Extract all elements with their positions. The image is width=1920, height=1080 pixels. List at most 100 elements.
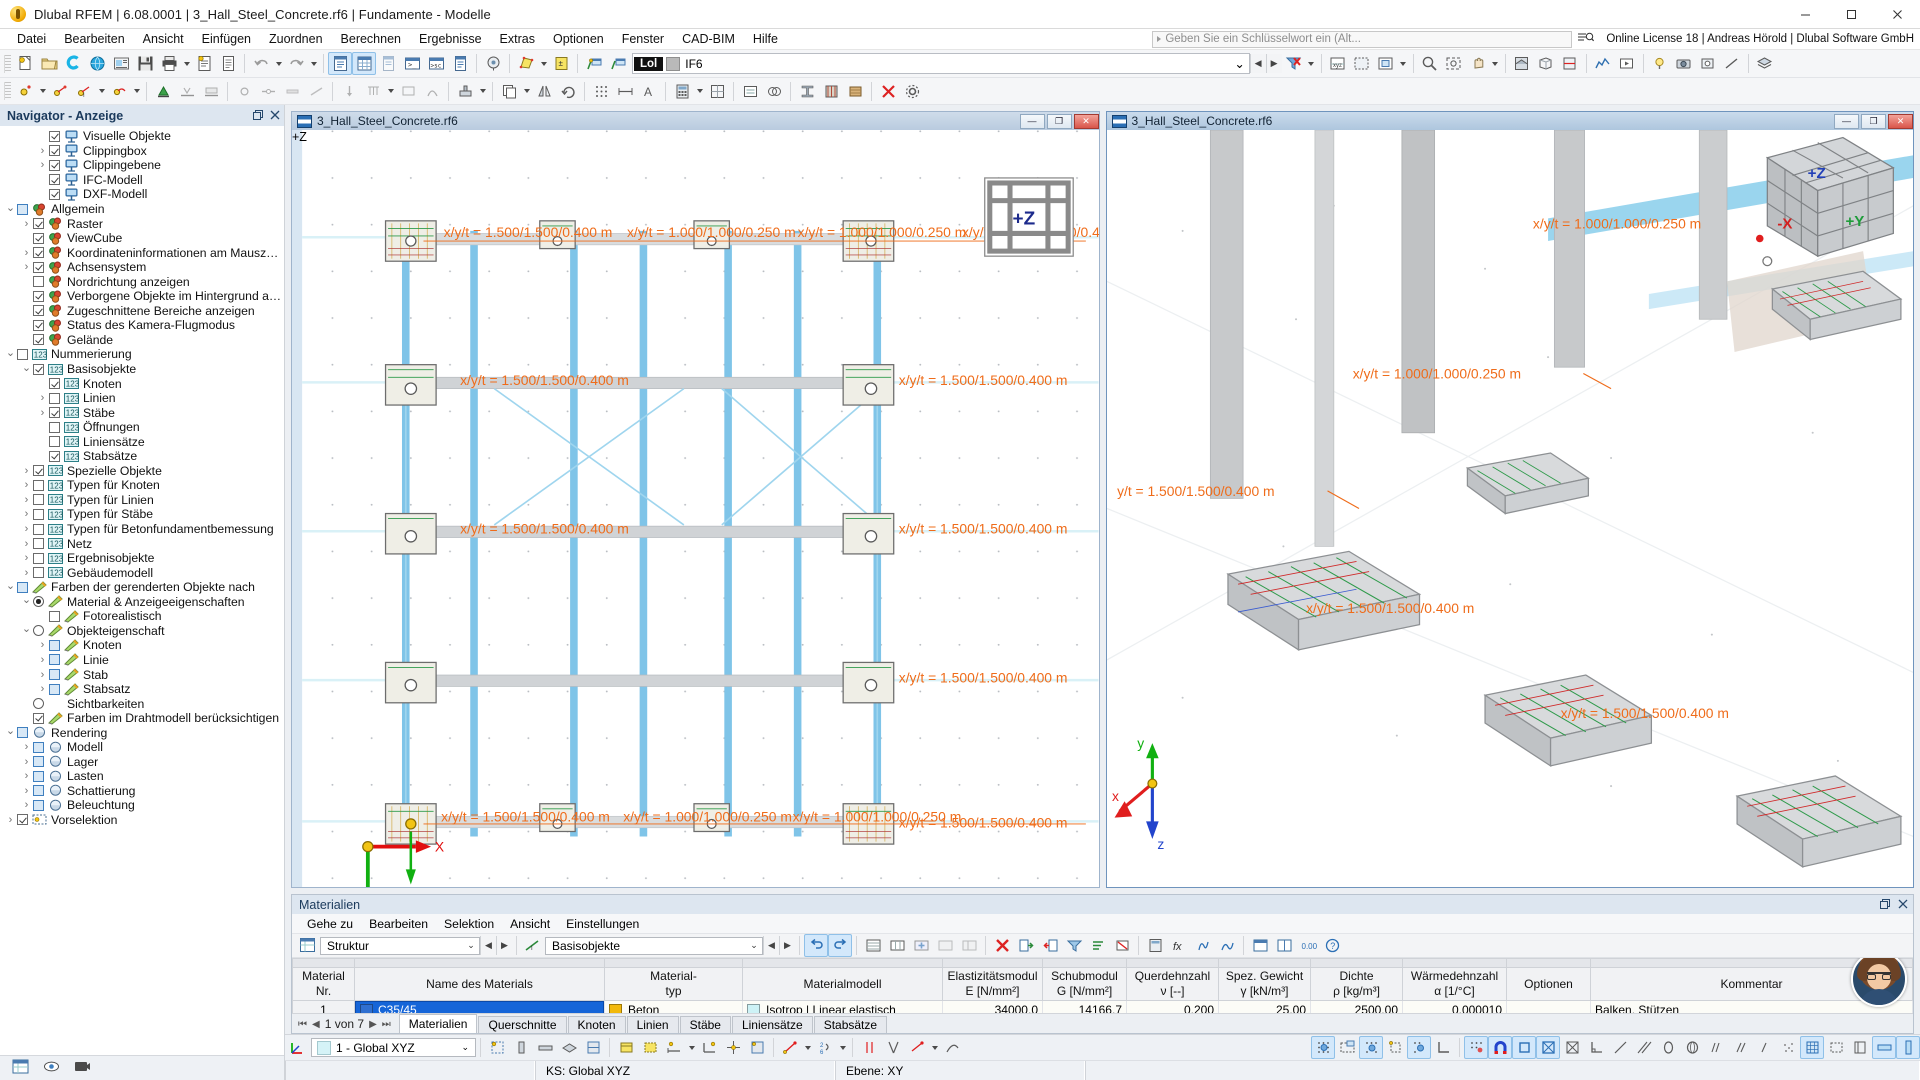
new-node-icon[interactable] xyxy=(13,80,37,103)
checkbox[interactable] xyxy=(33,508,44,520)
expander-icon[interactable] xyxy=(20,770,33,782)
checkbox[interactable] xyxy=(33,290,44,302)
globe-view-icon[interactable] xyxy=(481,52,505,75)
tab-liniensaetze[interactable]: Liniensätze xyxy=(731,1016,813,1033)
viewport-3d-canvas[interactable]: x/y/t = 1.000/1.000/0.250 m x/y/t = 1.00… xyxy=(1106,130,1913,887)
render-mode-icon[interactable] xyxy=(1510,52,1534,75)
toolbar-grip[interactable] xyxy=(4,54,11,73)
navigator-item-31[interactable]: Farben der gerenderten Objekte nach xyxy=(0,580,284,595)
expander-icon[interactable] xyxy=(36,669,49,681)
menu-hilfe[interactable]: Hilfe xyxy=(744,30,787,48)
navigator-item-16[interactable]: 123 Basisobjekte xyxy=(0,362,284,377)
menu-datei[interactable]: Datei xyxy=(8,30,55,48)
guide-lines-icon[interactable] xyxy=(1383,1036,1407,1059)
concrete-design-icon[interactable] xyxy=(819,80,843,103)
table-formula2-icon[interactable] xyxy=(1215,934,1239,957)
pager-next-icon[interactable]: ▶ xyxy=(369,1019,377,1030)
expander-icon[interactable] xyxy=(20,756,33,768)
redo-icon[interactable] xyxy=(284,52,308,75)
navigator-item-19[interactable]: 123 Stäbe xyxy=(0,405,284,420)
imperfection-icon[interactable] xyxy=(420,80,444,103)
menu-berechnen[interactable]: Berechnen xyxy=(332,30,410,48)
rotate-icon[interactable] xyxy=(556,80,580,103)
table-menu-ansicht[interactable]: Ansicht xyxy=(502,916,558,932)
print-dropdown-icon[interactable] xyxy=(181,52,192,75)
expander-icon[interactable] xyxy=(4,348,17,361)
table-formula-icon[interactable] xyxy=(1191,934,1215,957)
bottom-slab-icon[interactable] xyxy=(557,1036,581,1059)
redo-table-icon[interactable] xyxy=(828,934,852,957)
snap-parallel-icon[interactable] xyxy=(1632,1036,1656,1059)
expander-icon[interactable] xyxy=(20,218,33,230)
viewport-3d-close-button[interactable]: ✕ xyxy=(1888,113,1913,129)
navigator-item-7[interactable]: ViewCube xyxy=(0,231,284,246)
column-header-8[interactable]: Dichte ρ [kg/m³] xyxy=(1310,967,1403,1001)
zoom-window-icon[interactable] xyxy=(1418,52,1442,75)
bottom-snap-node-icon[interactable] xyxy=(721,1036,745,1059)
snap-nearest-icon[interactable] xyxy=(1704,1036,1728,1059)
checkbox[interactable] xyxy=(33,567,44,579)
pager-prev-icon[interactable]: ◀ xyxy=(312,1019,320,1030)
checkbox[interactable] xyxy=(33,552,44,564)
column-header-7[interactable]: Spez. Gewicht γ [kN/m³] xyxy=(1218,967,1311,1001)
expander-icon[interactable] xyxy=(4,581,17,594)
snap-points-icon[interactable] xyxy=(1464,1036,1488,1059)
new-member-icon[interactable]: I xyxy=(72,80,96,103)
coordinate-system-combo[interactable]: 1 - Global XYZ ⌄ xyxy=(311,1038,476,1057)
checkbox[interactable] xyxy=(17,203,28,215)
table-calc-icon[interactable] xyxy=(1143,934,1167,957)
foundation-icon[interactable] xyxy=(453,80,477,103)
save-icon[interactable] xyxy=(133,52,157,75)
expander-icon[interactable] xyxy=(20,567,33,579)
expander-icon[interactable] xyxy=(36,159,49,171)
snap-random-icon[interactable] xyxy=(1776,1036,1800,1059)
navigator-item-0[interactable]: Visuelle Objekte xyxy=(0,129,284,144)
grid-visible-icon[interactable] xyxy=(1335,1036,1359,1059)
checkbox[interactable] xyxy=(33,770,44,782)
table-menu-einstellungen[interactable]: Einstellungen xyxy=(558,916,647,932)
script-icon[interactable]: >sc xyxy=(424,52,448,75)
viewport-plan[interactable]: 3_Hall_Steel_Concrete.rf6 — ❐ ✕ x/y/t = … xyxy=(291,111,1100,888)
cell-specific-weight[interactable]: 25.00 xyxy=(1218,1000,1311,1013)
snap-ellipse-icon[interactable] xyxy=(1680,1036,1704,1059)
checkbox[interactable] xyxy=(33,785,44,797)
new-view-icon[interactable] xyxy=(582,52,606,75)
navigator-item-12[interactable]: Zugeschnittene Bereiche anzeigen xyxy=(0,304,284,319)
navigator-item-4[interactable]: DXF-Modell xyxy=(0,187,284,202)
column-header-1[interactable]: Name des Materials xyxy=(354,967,605,1001)
navigator-item-23[interactable]: 123 Spezielle Objekte xyxy=(0,464,284,479)
navigator-item-27[interactable]: 123 Typen für Betonfundamentbemessung xyxy=(0,522,284,537)
new-model-icon[interactable] xyxy=(13,52,37,75)
navigator-item-30[interactable]: 123 Gebäudemodell xyxy=(0,565,284,580)
cloud-model-icon[interactable] xyxy=(85,52,109,75)
member-load-icon[interactable] xyxy=(396,80,420,103)
report-panel-icon[interactable] xyxy=(448,52,472,75)
steel-design-icon[interactable] xyxy=(795,80,819,103)
expander-icon[interactable] xyxy=(20,247,33,259)
navigator-item-8[interactable]: Koordinateninformationen am Mauszeiger xyxy=(0,245,284,260)
table-freeze-icon[interactable] xyxy=(957,934,981,957)
column-header-2[interactable]: Material-typ xyxy=(604,967,743,1001)
results-diagram-icon[interactable] xyxy=(1591,52,1615,75)
list-panel-icon[interactable] xyxy=(376,52,400,75)
navigator-item-32[interactable]: Material & Anzeigeeigenschaften xyxy=(0,595,284,610)
column-header-3[interactable]: Materialmodell xyxy=(742,967,943,1001)
cloud-connect-icon[interactable] xyxy=(61,52,85,75)
checkbox[interactable] xyxy=(17,348,28,360)
checkbox[interactable] xyxy=(49,610,60,622)
radio-button[interactable] xyxy=(33,596,44,608)
navigator-item-2[interactable]: Clippingebene xyxy=(0,158,284,173)
checkbox[interactable] xyxy=(33,465,44,477)
settings-icon[interactable] xyxy=(900,80,924,103)
table-row[interactable]: 1 C35/45 Beton Isotrop | Linear elastisch 34… xyxy=(292,1000,1913,1013)
lol-chevron-down-icon[interactable]: ⌄ xyxy=(1231,56,1249,71)
basisobjekte-next-button[interactable]: ▶ xyxy=(779,936,795,955)
expander-icon[interactable] xyxy=(20,261,33,273)
load-case-icon[interactable] xyxy=(738,80,762,103)
snap-line-icon[interactable] xyxy=(1608,1036,1632,1059)
bottom-arc-icon[interactable]: 26 xyxy=(813,1036,837,1059)
expander-icon[interactable] xyxy=(20,494,33,506)
model-info-icon[interactable] xyxy=(109,52,133,75)
new-line-icon[interactable] xyxy=(48,80,72,103)
navigator-item-44[interactable]: Lasten xyxy=(0,769,284,784)
